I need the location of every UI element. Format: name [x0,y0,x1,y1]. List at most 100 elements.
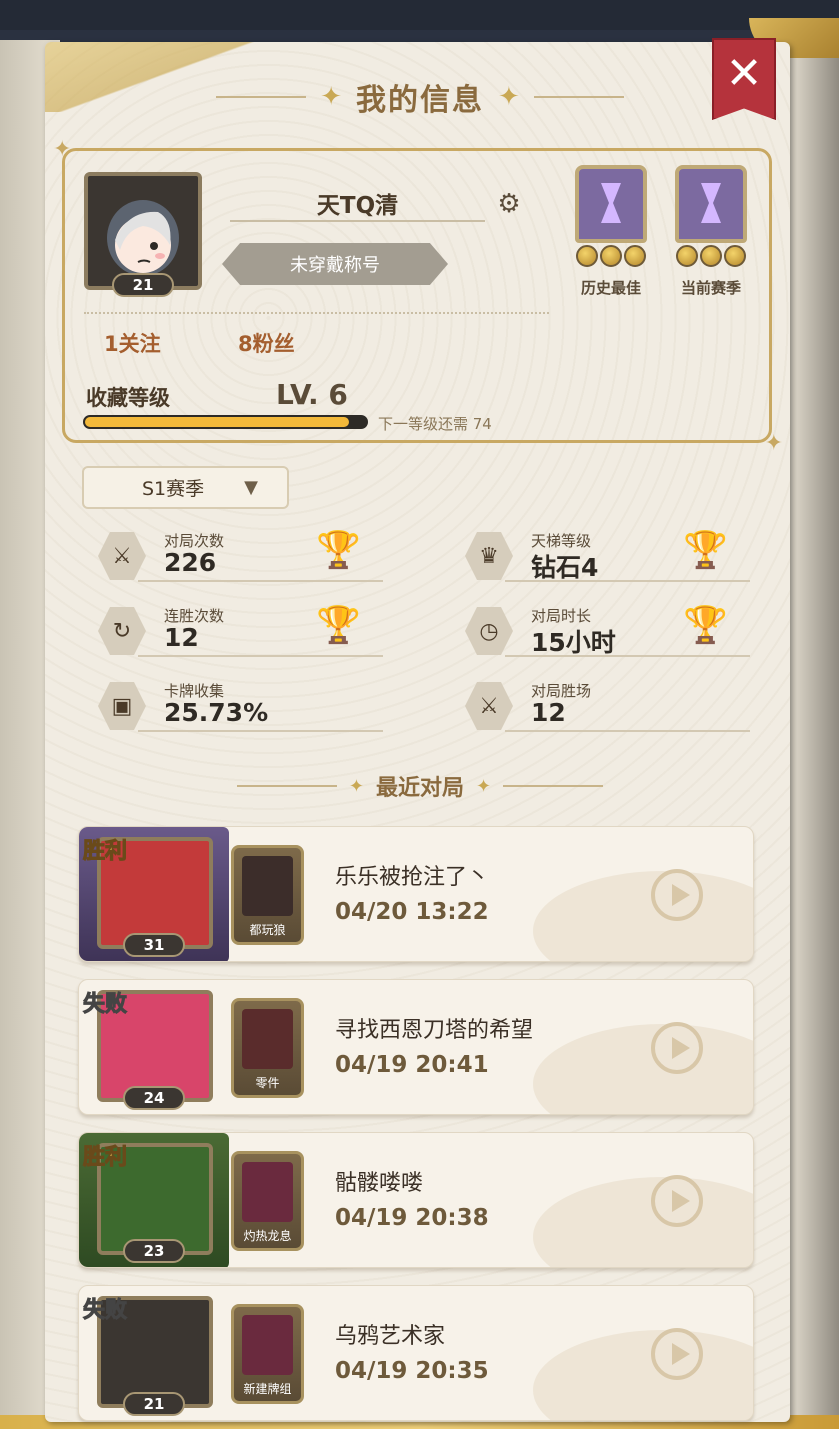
clock-icon: ◷ [465,607,513,655]
sparkle-icon: ✦ [53,137,72,162]
rank-stars [676,245,746,267]
deck-card: 灼热龙息 [231,1151,304,1251]
match-level-badge: 23 [123,1239,185,1263]
match-level-badge: 24 [123,1086,185,1110]
crown-icon: ♛ [465,532,513,580]
deck-card: 零件 [231,998,304,1098]
swords-icon: ⚔ [98,532,146,580]
sparkle-icon: ✦ [764,431,783,456]
match-level-badge: 21 [123,1392,185,1416]
close-icon: ✕ [725,48,763,99]
replay-play-icon[interactable] [651,869,703,921]
card-icon: ▣ [98,682,146,730]
match-time: 04/19 20:38 [335,1205,489,1231]
match-time: 04/19 20:41 [335,1052,489,1078]
replay-play-icon[interactable] [651,1328,703,1380]
sparkle-icon: ✦ [498,82,520,112]
divider [138,580,383,582]
match-result: 胜利 [82,839,128,865]
deck-name: 都玩狼 [249,923,286,937]
rank-current[interactable]: 当前赛季 [666,165,756,305]
divider [505,655,750,657]
divider [138,655,383,657]
stat-games: ⚔ 对局次数 226 🏆 [98,526,383,588]
rank-emblem-icon [675,165,747,243]
streak-icon: ↻ [98,607,146,655]
stat-streak: ↻ 连胜次数 12 🏆 [98,601,383,663]
sparkle-icon: ✦ [320,82,342,112]
title-divider [236,785,337,787]
recent-matches-header: ✦ 最近对局 ✦ [210,768,630,804]
divider [138,730,383,732]
match-result: 胜利 [82,1145,128,1171]
stat-value: 15小时 [531,628,616,657]
deck-card: 新建牌组 [231,1304,304,1404]
season-selected: S1赛季 [142,478,205,500]
trophy-icon: 🏆 [316,605,361,646]
collection-progress-fill [85,417,350,427]
username: 天TQ清 [230,186,485,222]
gear-icon[interactable]: ⚙ [495,190,523,218]
stat-value: 12 [164,623,199,652]
stat-collection: ▣ 卡牌收集 25.73% [98,676,383,738]
page-title-row: ✦ 我的信息 ✦ [205,75,635,119]
rank-best[interactable]: 历史最佳 [566,165,656,305]
match-row[interactable]: 失败 21 新建牌组 乌鸦艺术家 04/19 20:35 [78,1285,754,1421]
match-time: 04/19 20:35 [335,1358,489,1384]
following-count[interactable]: 1关注 [104,328,161,358]
trophy-icon: 🏆 [683,605,728,646]
rank-label: 当前赛季 [680,279,741,297]
sparkle-icon: ✦ [348,775,364,797]
stat-ladder: ♛ 天梯等级 钻石4 🏆 [465,526,750,588]
divider [505,580,750,582]
fans-count[interactable]: 8粉丝 [238,328,295,358]
season-dropdown[interactable]: S1赛季 ▼ [82,466,289,509]
trophy-icon: 🏆 [683,530,728,571]
rank-stars [576,245,646,267]
sparkle-icon: ✦ [476,775,492,797]
divider [505,730,750,732]
match-level-badge: 31 [123,933,185,957]
deck-name: 新建牌组 [243,1382,292,1396]
rank-label: 历史最佳 [580,279,641,297]
close-button[interactable]: ✕ [712,38,776,120]
next-level-hint: 下一等级还需 74 [378,415,492,433]
stat-value: 25.73% [164,698,269,727]
background-top [0,0,839,30]
deck-name: 灼热龙息 [243,1229,292,1243]
deck-name: 零件 [255,1076,280,1090]
stat-duration: ◷ 对局时长 15小时 🏆 [465,601,750,663]
replay-play-icon[interactable] [651,1175,703,1227]
stat-value: 226 [164,548,217,577]
opponent-name: 乐乐被抢注了丶 [335,865,490,890]
stat-value: 钻石4 [531,553,599,582]
collection-progress-bar [83,415,368,429]
opponent-name: 寻找西恩刀塔的希望 [335,1018,534,1043]
title-divider [216,96,307,98]
match-result: 失败 [82,992,128,1018]
replay-play-icon[interactable] [651,1022,703,1074]
match-row[interactable]: 胜利 23 灼热龙息 骷髅喽喽 04/19 20:38 [78,1132,754,1268]
opponent-name: 骷髅喽喽 [335,1171,424,1196]
deck-card: 都玩狼 [231,845,304,945]
collection-level: LV. 6 [276,378,348,411]
opponent-name: 乌鸦艺术家 [335,1324,446,1349]
page-title: 我的信息 [356,83,484,118]
swords-icon: ⚔ [465,682,513,730]
collection-level-label: 收藏等级 [86,386,170,410]
divider [84,312,549,314]
rank-emblem-icon [575,165,647,243]
title-divider [533,96,624,98]
caret-down-icon: ▼ [244,477,258,498]
trophy-icon: 🏆 [316,530,361,571]
recent-matches-title: 最近对局 [375,776,464,801]
title-divider [503,785,604,787]
match-result: 失败 [82,1298,128,1324]
match-time: 04/20 13:22 [335,899,489,925]
title-badge[interactable]: 未穿戴称号 [222,243,448,285]
player-level-badge: 21 [112,273,174,297]
stat-wins: ⚔ 对局胜场 12 [465,676,750,738]
match-row[interactable]: 失败 24 零件 寻找西恩刀塔的希望 04/19 20:41 [78,979,754,1115]
match-row[interactable]: 胜利 31 都玩狼 乐乐被抢注了丶 04/20 13:22 [78,826,754,962]
stat-value: 12 [531,698,566,727]
